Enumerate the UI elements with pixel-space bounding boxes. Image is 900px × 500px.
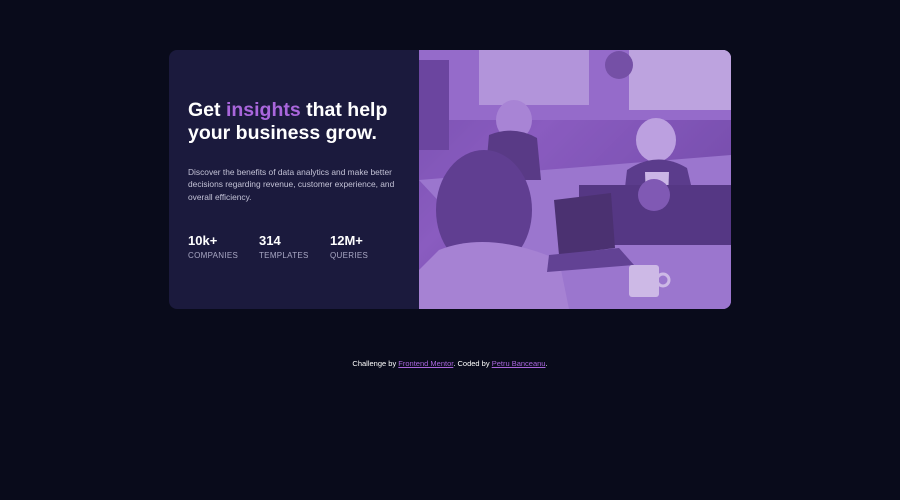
footer-middle: . Coded by [453,359,492,368]
stat-label: COMPANIES [188,250,239,260]
stats-row: 10k+ COMPANIES 314 TEMPLATES 12M+ QUERIE… [188,233,401,260]
stat-value: 314 [259,232,281,248]
stats-preview-card: Get insights that help your business gro… [169,50,731,309]
stat-templates: 314 TEMPLATES [259,233,330,260]
card-text-panel: Get insights that help your business gro… [169,50,419,309]
title-lead: Get [188,99,226,121]
title-accent: insights [225,99,301,121]
frontend-mentor-link[interactable]: Frontend Mentor [398,359,453,368]
stat-companies: 10k+ COMPANIES [188,233,259,260]
photo-tint [419,50,731,309]
stat-queries: 12M+ QUERIES [330,233,401,260]
card-description: Discover the benefits of data analytics … [188,167,395,202]
author-link[interactable]: Petru Banceanu [492,359,546,368]
footer-prefix: Challenge by [352,359,399,368]
office-photo [419,50,731,309]
stat-label: TEMPLATES [259,250,309,260]
stat-label: QUERIES [330,250,369,260]
office-photo-illustration [419,50,731,309]
stat-value: 10k+ [188,232,218,248]
stat-value: 12M+ [330,232,363,248]
attribution-footer: Challenge by Frontend Mentor. Coded by P… [0,359,900,368]
card-title: Get insights that help your business gro… [188,99,401,145]
footer-suffix: . [545,359,548,368]
